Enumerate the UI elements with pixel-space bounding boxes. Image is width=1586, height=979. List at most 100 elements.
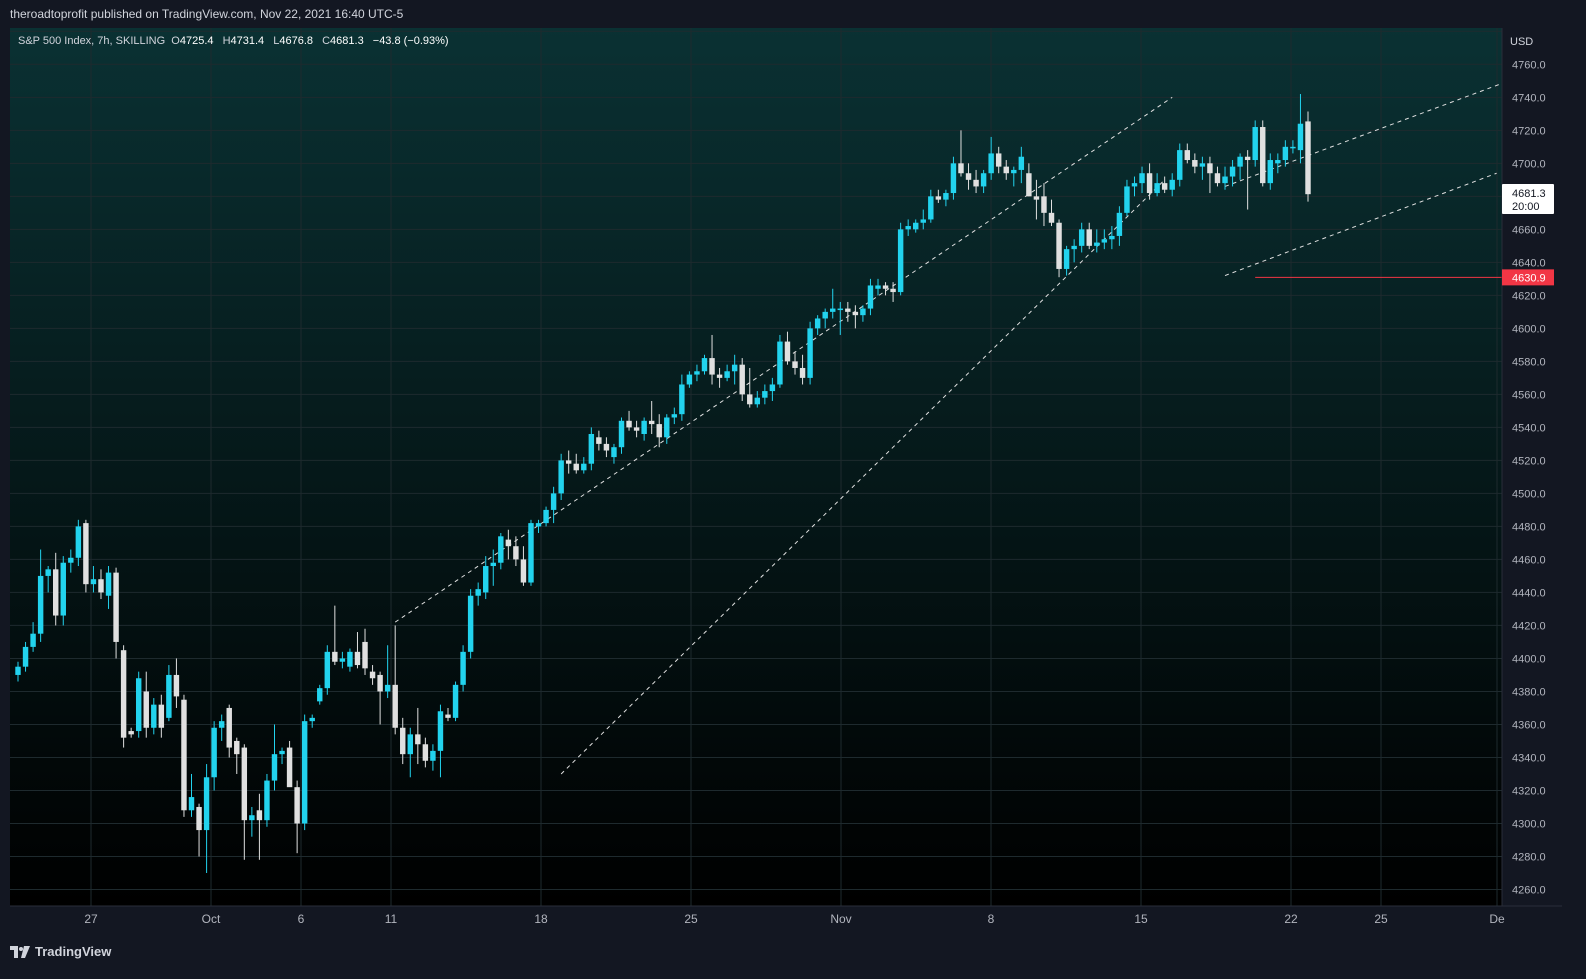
candle-body — [339, 658, 346, 662]
symbol-name[interactable]: S&P 500 Index, 7h, SKILLING — [18, 35, 165, 47]
candle[interactable] — [528, 519, 534, 586]
candle[interactable] — [558, 453, 564, 501]
last-price-countdown: 20:00 — [1512, 201, 1540, 213]
y-tick-label: 4520.0 — [1512, 455, 1546, 467]
candle-body — [1131, 183, 1138, 187]
y-tick-label: 4620.0 — [1512, 290, 1546, 302]
candle[interactable] — [301, 714, 308, 831]
tradingview-brand[interactable]: TradingView — [10, 944, 111, 959]
candle-body — [716, 374, 723, 378]
high-label: H — [222, 35, 231, 47]
candle-body — [415, 734, 421, 745]
candle-body — [852, 311, 859, 316]
candle[interactable] — [1056, 219, 1062, 278]
candle-body — [1011, 169, 1017, 174]
candle[interactable] — [1260, 120, 1266, 187]
candle-body — [83, 523, 89, 585]
candle-body — [1109, 235, 1115, 240]
candle-body — [120, 650, 127, 738]
candle-body — [1003, 166, 1009, 174]
candle[interactable] — [83, 519, 89, 593]
candle-body — [437, 711, 444, 751]
y-tick-label: 4380.0 — [1512, 686, 1546, 698]
candle-body — [1124, 186, 1130, 213]
candle-body — [30, 633, 36, 647]
candle[interactable] — [452, 681, 459, 722]
candle[interactable] — [1305, 111, 1311, 202]
candle-body — [928, 196, 934, 220]
y-tick-label: 4260.0 — [1512, 884, 1546, 896]
candle-body — [218, 721, 225, 728]
candle-body — [1101, 239, 1108, 243]
candle[interactable] — [897, 222, 904, 296]
candle[interactable] — [120, 645, 127, 748]
candle-body — [1214, 173, 1221, 184]
candle-body — [60, 562, 66, 616]
candle[interactable] — [777, 334, 783, 388]
candle[interactable] — [135, 671, 142, 738]
support-price-value: 4630.9 — [1512, 272, 1546, 284]
time-axis[interactable] — [10, 906, 1562, 934]
chart-frame[interactable]: 4760.04740.04720.04700.04680.04660.04640… — [10, 28, 1562, 934]
candle[interactable] — [324, 645, 331, 695]
candle-body — [45, 569, 51, 576]
candle-body — [1244, 156, 1251, 161]
candle-body — [988, 153, 994, 174]
candle-body — [860, 308, 866, 316]
candle-body — [264, 780, 270, 821]
candle[interactable] — [807, 321, 813, 385]
candle-body — [1229, 166, 1236, 177]
y-tick-label: 4720.0 — [1512, 125, 1546, 137]
change-value: −43.8 (−0.93%) — [372, 35, 449, 47]
candle-body — [369, 671, 376, 679]
candle[interactable] — [1252, 120, 1258, 167]
y-tick-label: 4440.0 — [1512, 587, 1546, 599]
candle-body — [317, 688, 323, 702]
y-tick-label: 4580.0 — [1512, 356, 1546, 368]
x-tick-label: 25 — [684, 912, 698, 926]
candle[interactable] — [181, 694, 187, 817]
x-tick-label: De — [1489, 912, 1505, 926]
candle-body — [513, 546, 519, 560]
candle-body — [1116, 212, 1123, 236]
candle[interactable] — [60, 556, 66, 626]
candle-body — [882, 285, 889, 289]
candle-body — [1078, 229, 1085, 246]
candle-body — [1199, 163, 1206, 167]
candle-body — [98, 579, 104, 593]
candle-body — [641, 420, 647, 434]
y-tick-label: 4660.0 — [1512, 224, 1546, 236]
candle-body — [158, 704, 165, 728]
candle-body — [37, 575, 44, 634]
x-tick-label: Oct — [202, 912, 221, 926]
candle-body — [1207, 163, 1213, 174]
candle-body — [241, 747, 248, 821]
publish-info: theroadtoprofit published on TradingView… — [10, 7, 404, 21]
candle-body — [1192, 160, 1198, 167]
candle[interactable] — [264, 773, 270, 827]
candle-body — [1056, 222, 1062, 269]
candle-body — [973, 179, 979, 187]
price-chart[interactable]: 4760.04740.04720.04700.04680.04660.04640… — [10, 28, 1562, 934]
candle-body — [573, 463, 579, 471]
candle-body — [1252, 127, 1258, 161]
candle-body — [920, 219, 926, 223]
y-tick-label: 4640.0 — [1512, 257, 1546, 269]
y-tick-label: 4740.0 — [1512, 92, 1546, 104]
candle-body — [467, 595, 474, 652]
candle-body — [709, 358, 715, 375]
candle-body — [294, 787, 300, 824]
y-tick-label: 4280.0 — [1512, 851, 1546, 863]
candle-body — [565, 460, 572, 464]
candle[interactable] — [467, 589, 474, 659]
candle-body — [648, 420, 655, 425]
support-price-marker: 4630.9 — [1502, 269, 1554, 286]
candle[interactable] — [286, 740, 293, 788]
candle-body — [1267, 160, 1273, 184]
candle[interactable] — [460, 645, 466, 692]
symbol-legend[interactable]: S&P 500 Index, 7h, SKILLING O4725.4 H473… — [18, 35, 455, 47]
candle-body — [837, 308, 843, 311]
candle-body — [618, 420, 625, 448]
y-tick-label: 4400.0 — [1512, 653, 1546, 665]
candle-body — [1018, 156, 1025, 170]
